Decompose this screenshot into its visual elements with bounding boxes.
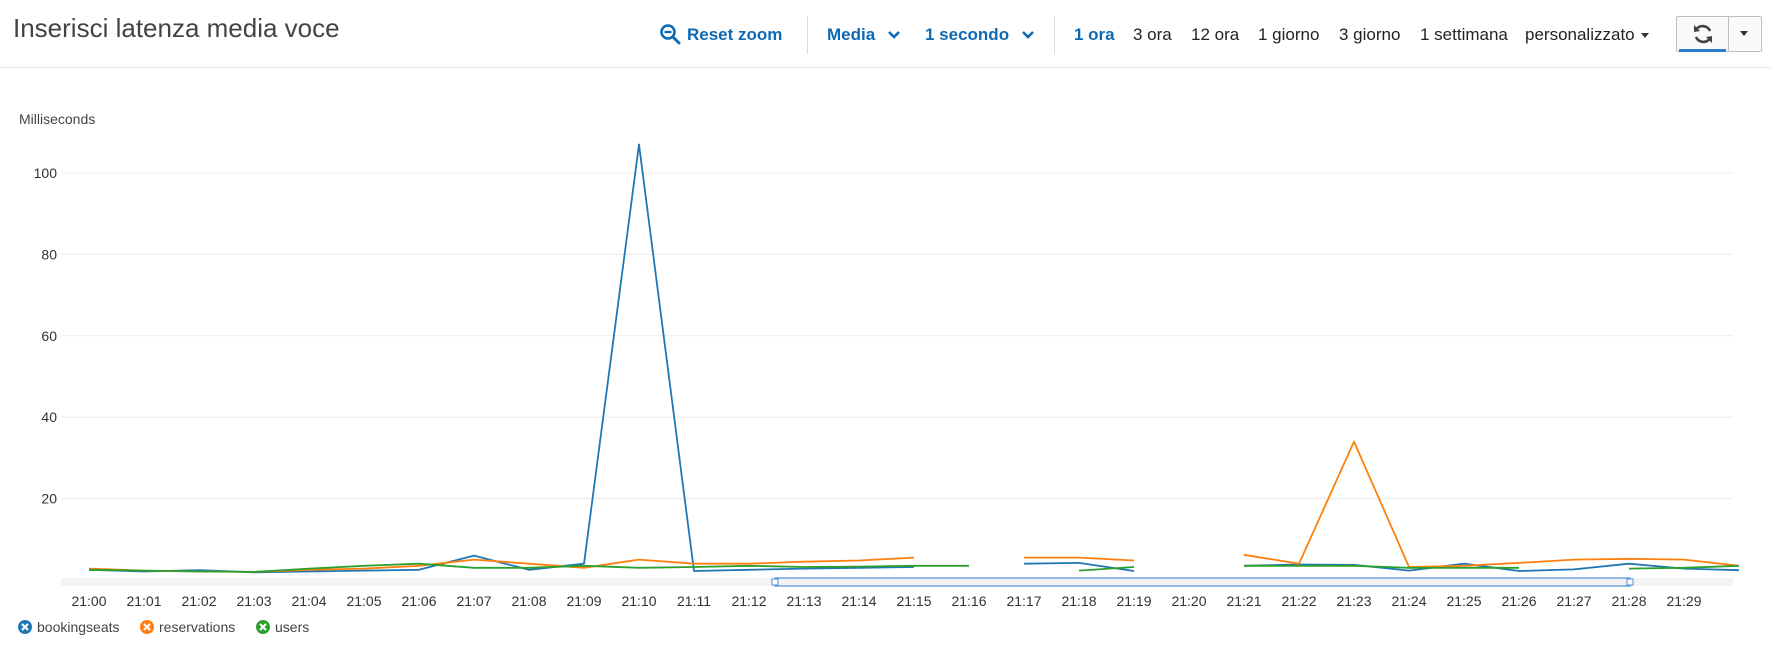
- x-tick-label: 21:23: [1336, 593, 1371, 609]
- latency-line-chart: Milliseconds 20 40 60 80 100 21:00 21:01 21:02…: [19, 111, 1740, 609]
- x-tick-label: 21:05: [346, 593, 381, 609]
- x-tick-label: 21:03: [236, 593, 271, 609]
- x-tick-label: 21:18: [1061, 593, 1096, 609]
- x-tick-label: 21:01: [126, 593, 161, 609]
- y-axis-ticks: 20 40 60 80 100: [34, 165, 58, 507]
- x-tick-label: 21:11: [677, 593, 711, 609]
- range-3-ora[interactable]: 3 ora: [1133, 22, 1172, 48]
- x-tick-label: 21:12: [731, 593, 766, 609]
- range-12-ora[interactable]: 12 ora: [1191, 22, 1239, 48]
- y-tick-label: 100: [34, 165, 58, 181]
- x-tick-label: 21:17: [1006, 593, 1041, 609]
- y-axis-label: Milliseconds: [19, 111, 95, 127]
- x-tick-label: 21:10: [621, 593, 656, 609]
- legend-marker-bookingseats: [18, 620, 32, 634]
- x-tick-label: 21:21: [1226, 593, 1261, 609]
- y-tick-label: 80: [41, 246, 57, 262]
- range-3-giorno[interactable]: 3 giorno: [1339, 22, 1400, 48]
- refresh-active-indicator: [1679, 49, 1726, 52]
- x-tick-label: 21:26: [1501, 593, 1536, 609]
- x-tick-label: 21:00: [71, 593, 106, 609]
- period-label: 1 secondo: [925, 25, 1010, 44]
- chevron-down-icon: [1021, 31, 1034, 39]
- custom-range-label: personalizzato: [1525, 25, 1635, 44]
- close-icon: [140, 620, 154, 634]
- navigator-handle[interactable]: [1626, 578, 1634, 586]
- x-tick-label: 21:24: [1391, 593, 1426, 609]
- header-bar: Inserisci latenza media voce Reset zoom …: [0, 0, 1771, 68]
- series-line-reservations: [1024, 556, 1135, 562]
- zoom-navigator[interactable]: [61, 577, 1733, 587]
- toolbar: Reset zoom Media 1 secondo 1 ora 3 ora 1…: [0, 16, 1771, 54]
- x-tick-label: 21:19: [1116, 593, 1151, 609]
- legend-marker-reservations: [140, 620, 154, 634]
- caret-down-icon: [1740, 31, 1748, 36]
- range-1-settimana[interactable]: 1 settimana: [1420, 22, 1508, 48]
- toolbar-divider: [807, 16, 808, 54]
- grid-lines: [61, 172, 1733, 500]
- series-lines: [88, 143, 1740, 574]
- refresh-options-dropdown[interactable]: [1729, 17, 1761, 51]
- x-tick-label: 21:16: [951, 593, 986, 609]
- x-tick-label: 21:29: [1666, 593, 1701, 609]
- range-1-giorno[interactable]: 1 giorno: [1258, 22, 1319, 48]
- x-tick-label: 21:08: [511, 593, 546, 609]
- period-dropdown[interactable]: 1 secondo: [925, 22, 1034, 48]
- legend-item-reservations[interactable]: reservations: [140, 619, 235, 635]
- legend-label-reservations: reservations: [159, 619, 236, 635]
- refresh-button[interactable]: [1677, 17, 1729, 52]
- legend-item-users[interactable]: users: [256, 619, 309, 635]
- x-tick-label: 21:02: [181, 593, 216, 609]
- refresh-icon: [1694, 24, 1712, 44]
- close-icon: [18, 620, 32, 634]
- x-tick-label: 21:25: [1446, 593, 1481, 609]
- series-line-users: [1628, 564, 1740, 570]
- close-icon: [256, 620, 270, 634]
- magnifier-minus-icon: [660, 24, 681, 45]
- y-tick-label: 20: [41, 491, 57, 507]
- legend-marker-users: [256, 620, 270, 634]
- chevron-down-icon: [888, 31, 900, 39]
- series-line-reservations: [1243, 440, 1740, 568]
- x-tick-label: 21:07: [456, 593, 491, 609]
- x-axis-ticks: 21:00 21:01 21:02 21:03 21:04 21:05 21:06 21:07…: [71, 593, 1701, 609]
- range-1-ora[interactable]: 1 ora: [1074, 22, 1115, 48]
- reset-zoom-label: Reset zoom: [687, 25, 783, 44]
- x-tick-label: 21:06: [401, 593, 436, 609]
- x-tick-label: 21:04: [291, 593, 326, 609]
- statistic-label: Media: [827, 25, 876, 44]
- x-tick-label: 21:28: [1611, 593, 1646, 609]
- navigator-track: [61, 578, 1733, 586]
- legend-label-users: users: [275, 619, 310, 635]
- x-tick-label: 21:27: [1556, 593, 1591, 609]
- y-tick-label: 40: [41, 409, 57, 425]
- caret-down-icon: [1640, 33, 1649, 39]
- x-tick-label: 21:20: [1171, 593, 1206, 609]
- legend-label-bookingseats: bookingseats: [37, 619, 120, 635]
- x-tick-label: 21:14: [841, 593, 876, 609]
- toolbar-divider: [1054, 16, 1055, 54]
- statistic-dropdown[interactable]: Media: [827, 22, 900, 48]
- y-tick-label: 60: [41, 328, 57, 344]
- refresh-button-group: [1676, 16, 1762, 52]
- x-tick-label: 21:15: [896, 593, 931, 609]
- x-tick-label: 21:09: [566, 593, 601, 609]
- series-line-bookingseats: [88, 143, 915, 574]
- x-tick-label: 21:13: [786, 593, 821, 609]
- custom-range-dropdown[interactable]: personalizzato: [1525, 22, 1649, 48]
- x-tick-label: 21:22: [1281, 593, 1316, 609]
- reset-zoom-button[interactable]: Reset zoom: [659, 22, 782, 48]
- navigator-handle[interactable]: [771, 578, 779, 586]
- legend-item-bookingseats[interactable]: bookingseats: [18, 619, 120, 635]
